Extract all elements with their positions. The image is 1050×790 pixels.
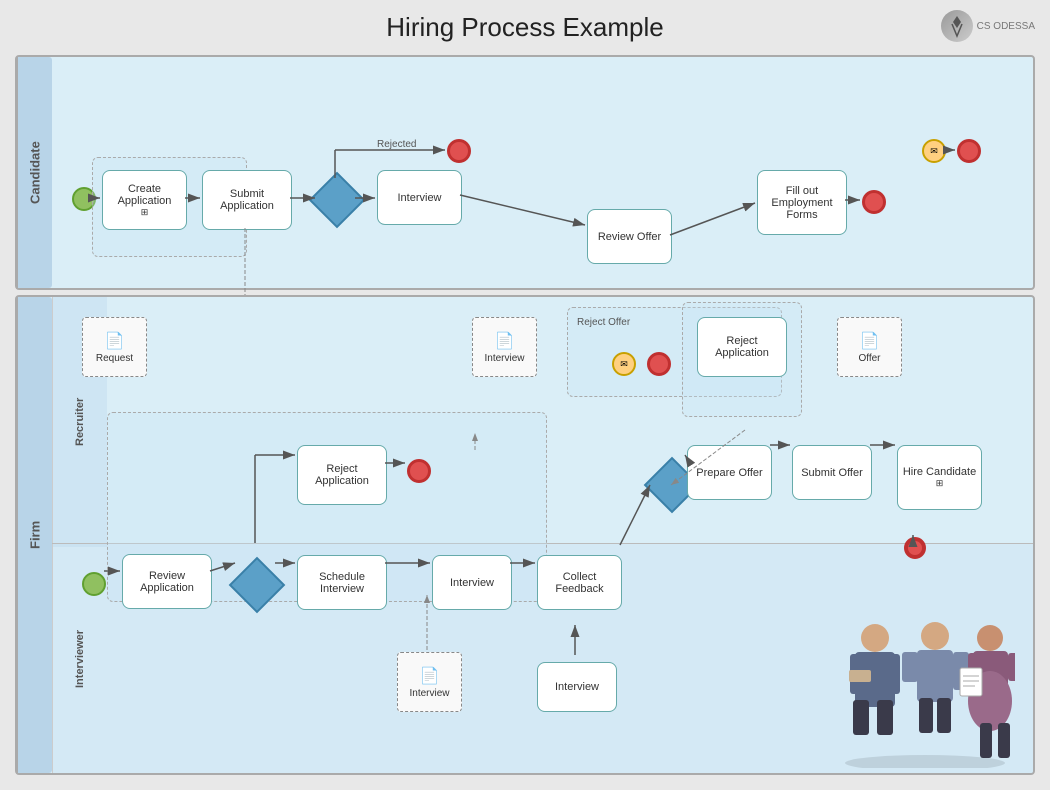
candidate-lane-label: Candidate [17, 57, 52, 288]
submit-application-task[interactable]: Submit Application [202, 170, 292, 230]
firm-lane-label: Firm [17, 297, 52, 773]
candidate-end-rejected [447, 139, 471, 163]
collect-feedback-task[interactable]: Collect Feedback [537, 555, 622, 610]
candidate-gateway-1 [309, 172, 366, 229]
offer-doc: 📄 Offer [837, 317, 902, 377]
logo-area: CS ODESSA [941, 10, 1035, 42]
firm-start-event [82, 572, 106, 596]
hire-candidate-task[interactable]: Hire Candidate ⊞ [897, 445, 982, 510]
hire-end-event [904, 537, 926, 559]
logo-icon [941, 10, 973, 42]
schedule-interview-task[interactable]: Schedule Interview [297, 555, 387, 610]
reject-end-event [407, 459, 431, 483]
diagram-area: Candidate Create Application ⊞ Submit Ap… [15, 55, 1035, 780]
create-application-task[interactable]: Create Application ⊞ [102, 170, 187, 230]
interview-interviewer-task[interactable]: Interview [537, 662, 617, 712]
page: Hiring Process Example CS ODESSA Candida… [0, 0, 1050, 790]
candidate-end-top-right [957, 139, 981, 163]
interview-doc-firm: 📄 Interview [472, 317, 537, 377]
rejected-label: Rejected [377, 139, 416, 150]
people-illustration [835, 608, 1015, 768]
review-application-task[interactable]: Review Application [122, 554, 212, 609]
submit-offer-task[interactable]: Submit Offer [792, 445, 872, 500]
interview-doc-interviewer: 📄 Interview [397, 652, 462, 712]
review-offer-task[interactable]: Review Offer [587, 209, 672, 264]
candidate-end-employ [862, 190, 886, 214]
reject-offer-label: Reject Offer [577, 317, 630, 328]
prepare-offer-task[interactable]: Prepare Offer [687, 445, 772, 500]
reject-application-upper-task[interactable]: Reject Application [697, 317, 787, 377]
reject-offer-end [647, 352, 671, 376]
request-doc: 📄 Request [82, 317, 147, 377]
interview-firm-task[interactable]: Interview [432, 555, 512, 610]
candidate-lane: Candidate Create Application ⊞ Submit Ap… [15, 55, 1035, 290]
page-title: Hiring Process Example [0, 0, 1050, 51]
interview-candidate-task[interactable]: Interview [377, 170, 462, 225]
reject-application-lower-task[interactable]: Reject Application [297, 445, 387, 505]
logo-text: CS ODESSA [977, 21, 1035, 32]
reject-offer-msg: ✉ [612, 352, 636, 376]
candidate-msg-event: ✉ [922, 139, 946, 163]
fill-employment-task[interactable]: Fill out Employment Forms [757, 170, 847, 235]
